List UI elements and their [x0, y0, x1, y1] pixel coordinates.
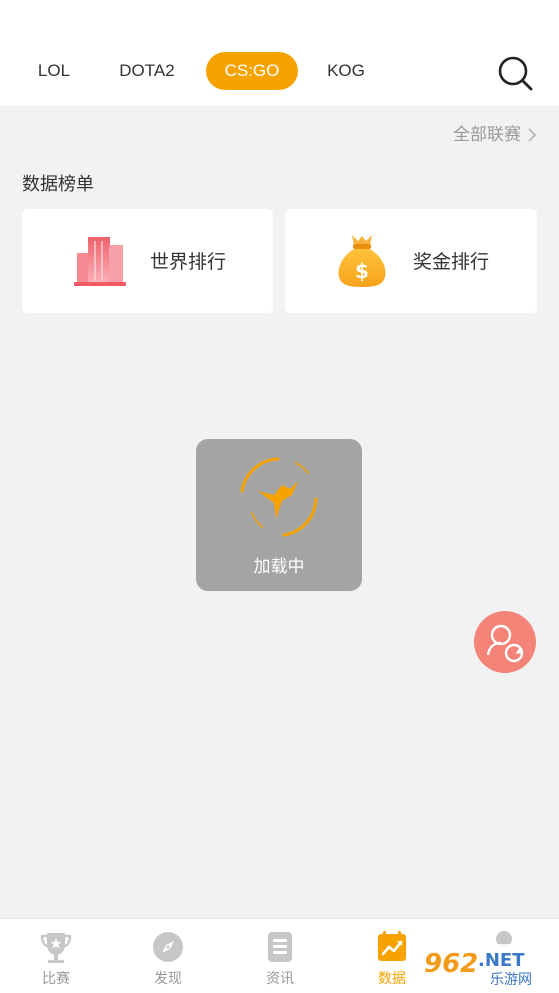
trophy-icon — [40, 933, 72, 963]
watermark-suffix: .NET — [478, 950, 525, 971]
tab-kog[interactable]: KOG — [316, 52, 376, 90]
watermark-number: 962 — [424, 949, 478, 979]
loading-dialog: 加载中 — [196, 439, 362, 591]
nav-item-discover[interactable]: 发现 — [112, 919, 224, 993]
prize-ranking-label: 奖金排行 — [413, 251, 490, 273]
nav-item-news[interactable]: 资讯 — [224, 919, 336, 993]
refresh-user-icon — [486, 624, 524, 663]
prize-ranking-card[interactable]: $ 奖金排行 — [285, 209, 537, 313]
watermark-logo: 962 .NET 乐游网 — [420, 940, 554, 990]
all-leagues-link[interactable]: 全部联赛 — [453, 122, 537, 148]
compass-icon — [153, 932, 183, 962]
watermark-site: 乐游网 — [490, 972, 532, 988]
loading-label: 加载中 — [253, 557, 305, 577]
chevron-right-icon — [528, 128, 537, 142]
all-leagues-label: 全部联赛 — [453, 125, 521, 145]
nav-label-discover: 发现 — [154, 971, 182, 987]
nav-label-news: 资讯 — [266, 971, 294, 987]
svg-text:$: $ — [355, 259, 369, 283]
world-ranking-card[interactable]: 世界排行 — [22, 209, 273, 313]
top-bar: LOL DOTA2 CS:GO KOG — [0, 0, 559, 106]
floating-refresh-button[interactable] — [474, 611, 536, 673]
tab-lol[interactable]: LOL — [22, 52, 86, 90]
chart-icon — [378, 931, 406, 961]
nav-label-matches: 比赛 — [42, 971, 70, 987]
world-ranking-label: 世界排行 — [150, 251, 227, 273]
building-chart-icon — [74, 237, 126, 286]
nav-item-matches[interactable]: 比赛 — [0, 919, 112, 993]
search-button[interactable] — [496, 54, 534, 92]
hummingbird-spinner-icon — [240, 457, 318, 537]
search-icon — [498, 56, 533, 91]
tab-dota2[interactable]: DOTA2 — [108, 52, 186, 90]
game-tabs: LOL DOTA2 CS:GO KOG — [0, 52, 480, 90]
tab-csgo[interactable]: CS:GO — [206, 52, 298, 90]
news-icon — [268, 932, 292, 962]
section-title: 数据榜单 — [22, 174, 94, 195]
money-bag-icon: $ — [338, 235, 386, 287]
